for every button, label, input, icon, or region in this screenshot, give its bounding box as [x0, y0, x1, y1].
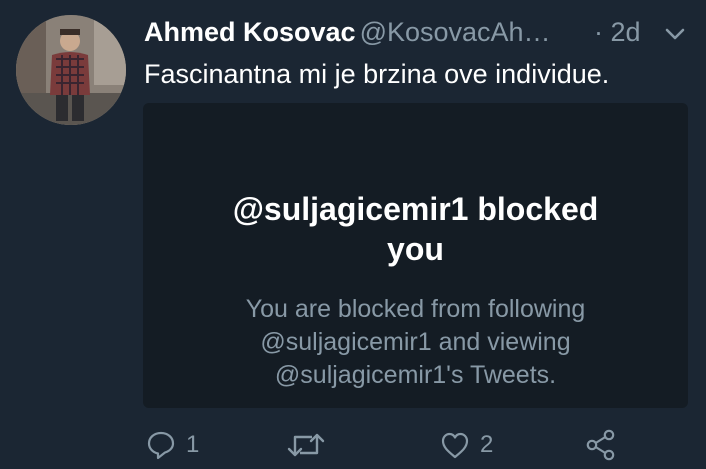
- tweet[interactable]: Ahmed Kosovac @KosovacAh… · 2d Fascinantn…: [0, 0, 706, 469]
- reply-icon: [147, 431, 175, 460]
- like-count: 2: [480, 431, 494, 458]
- blocked-card: @suljagicemir1 blocked you You are block…: [143, 103, 688, 408]
- avatar[interactable]: [16, 15, 126, 125]
- retweet-button[interactable]: [286, 425, 326, 465]
- share-button[interactable]: [584, 425, 618, 465]
- retweet-icon: [287, 433, 325, 457]
- chevron-down-icon[interactable]: [662, 21, 688, 47]
- like-icon: [441, 432, 469, 459]
- blocked-description-line: @suljagicemir1's Tweets.: [274, 361, 557, 389]
- tweet-actions: 1 2: [0, 425, 706, 469]
- avatar-photo-icon: [16, 15, 126, 125]
- blocked-description: You are blocked from following @suljagic…: [143, 293, 688, 392]
- share-icon: [586, 429, 615, 461]
- timestamp[interactable]: · 2d: [594, 14, 641, 50]
- user-handle[interactable]: @KosovacAh…: [360, 17, 551, 47]
- blocked-description-line: You are blocked from following: [245, 295, 586, 323]
- like-button[interactable]: 2: [440, 425, 493, 465]
- blocked-description-line: @suljagicemir1 and viewing: [260, 328, 571, 356]
- display-name[interactable]: Ahmed Kosovac: [144, 17, 356, 47]
- tweet-header: Ahmed Kosovac @KosovacAh… · 2d: [144, 14, 696, 50]
- blocked-title-line: you: [387, 231, 444, 267]
- reply-count: 1: [186, 431, 200, 458]
- reply-button[interactable]: 1: [146, 425, 199, 465]
- blocked-title: @suljagicemir1 blocked you: [143, 189, 688, 269]
- blocked-title-line: @suljagicemir1 blocked: [232, 191, 599, 227]
- tweet-text: Fascinantna mi je brzina ove individue.: [144, 59, 610, 89]
